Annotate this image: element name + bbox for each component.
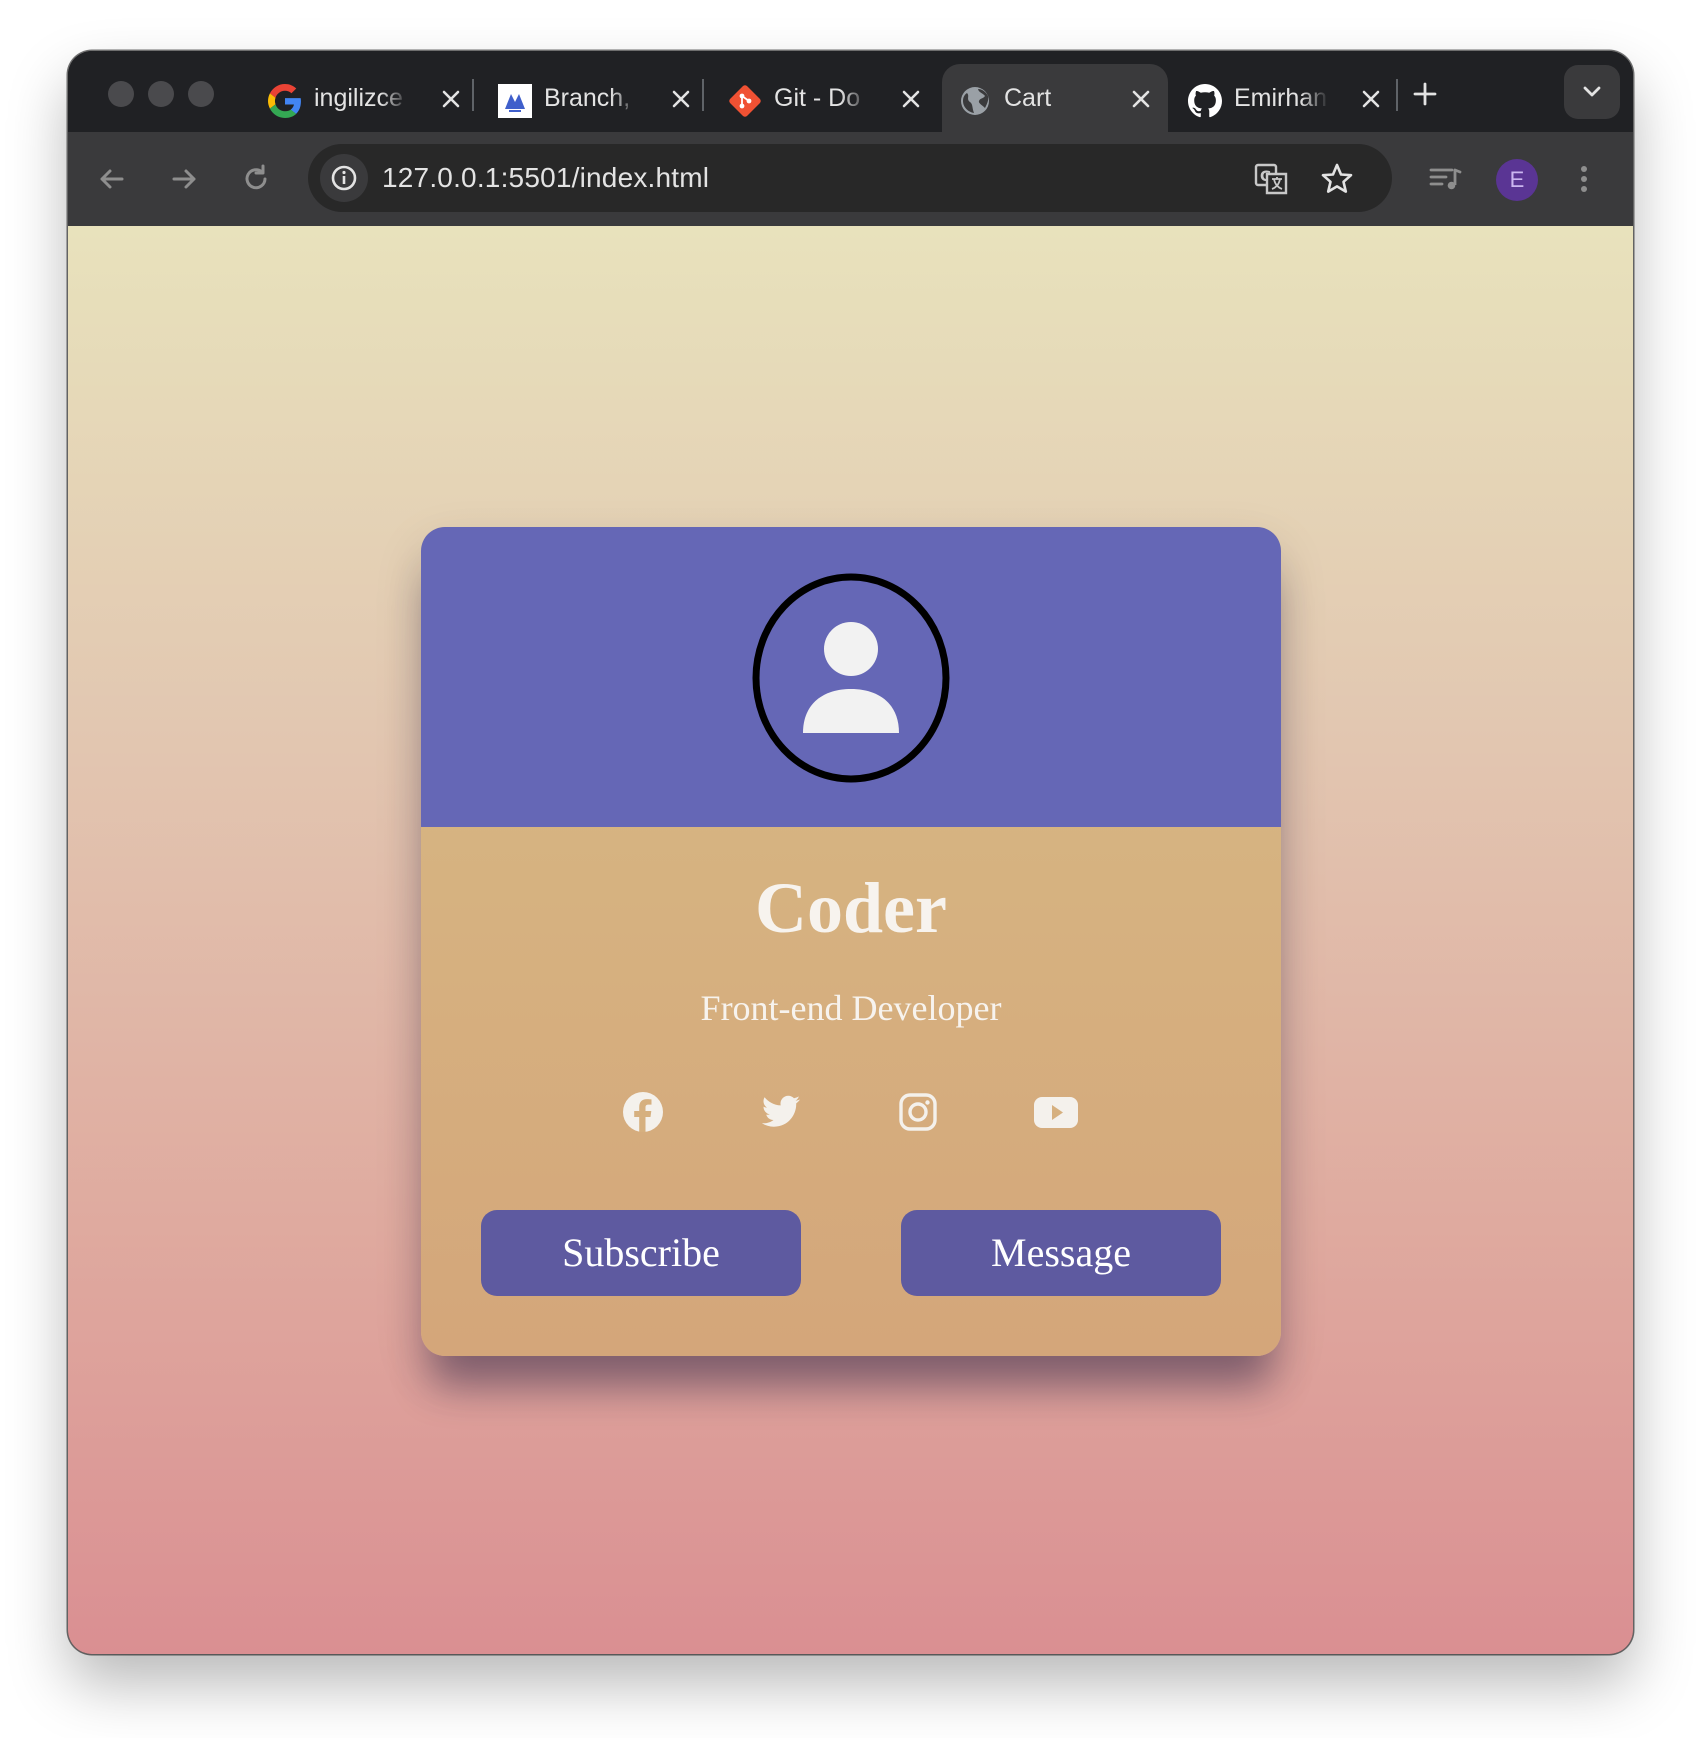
- tab-google[interactable]: ingilizce: [252, 64, 478, 132]
- profile-card: Coder Front-end Developer Subscribe Mess…: [421, 527, 1281, 1356]
- page-viewport: Coder Front-end Developer Subscribe Mess…: [68, 226, 1633, 1654]
- facebook-icon[interactable]: [618, 1087, 668, 1137]
- site-info-button[interactable]: [320, 154, 368, 202]
- tab-title: Branch,: [544, 84, 631, 112]
- profile-avatar[interactable]: E: [1496, 159, 1538, 201]
- close-icon[interactable]: [900, 88, 922, 110]
- url-text[interactable]: 127.0.0.1:5501/index.html: [382, 144, 709, 212]
- tab-search-button[interactable]: [1564, 65, 1620, 119]
- tab-branch[interactable]: Branch,: [482, 64, 708, 132]
- new-tab-plus-icon[interactable]: [1408, 77, 1442, 111]
- kebab-menu-icon[interactable]: [1574, 159, 1594, 199]
- tab-title: ingilizce: [314, 84, 403, 112]
- profile-role: Front-end Developer: [700, 988, 1002, 1028]
- tab-strip: ingilizce Branch, Git - Do Cart Emirhan: [68, 51, 1633, 132]
- forward-arrow-icon[interactable]: [164, 159, 204, 199]
- chevron-down-icon: [1583, 86, 1601, 97]
- tab-title: Emirhan: [1234, 84, 1328, 112]
- profile-name: Coder: [755, 868, 947, 948]
- subscribe-button[interactable]: Subscribe: [481, 1210, 801, 1296]
- github-icon: [1188, 84, 1222, 118]
- atlassian-icon: [498, 84, 532, 118]
- youtube-icon[interactable]: [1031, 1087, 1081, 1137]
- instagram-icon[interactable]: [893, 1087, 943, 1137]
- reload-icon[interactable]: [236, 159, 276, 199]
- user-avatar-icon: [752, 573, 950, 783]
- bookmark-star-icon[interactable]: [1318, 160, 1356, 198]
- browser-window: ingilizce Branch, Git - Do Cart Emirhan …: [68, 51, 1633, 1654]
- tab-title: Git - Do: [774, 84, 861, 112]
- tab-cart[interactable]: Cart: [942, 64, 1168, 132]
- close-icon[interactable]: [1360, 88, 1382, 110]
- info-icon: [331, 165, 357, 191]
- tab-separator: [1396, 79, 1398, 111]
- card-header: [421, 527, 1281, 827]
- tab-separator: [702, 79, 704, 111]
- close-icon[interactable]: [670, 88, 692, 110]
- message-button[interactable]: Message: [901, 1210, 1221, 1296]
- media-queue-icon[interactable]: [1426, 160, 1464, 198]
- back-arrow-icon[interactable]: [92, 159, 132, 199]
- tab-separator: [472, 79, 474, 111]
- git-icon: [729, 85, 761, 117]
- globe-icon: [961, 87, 989, 115]
- zoom-window-button[interactable]: [188, 81, 214, 107]
- tab-github[interactable]: Emirhan: [1172, 64, 1398, 132]
- tab-title: Cart: [1004, 84, 1052, 112]
- close-window-button[interactable]: [108, 81, 134, 107]
- translate-icon[interactable]: G: [1253, 160, 1291, 198]
- close-icon[interactable]: [1130, 88, 1152, 110]
- google-icon: [268, 84, 301, 118]
- tab-git-docs[interactable]: Git - Do: [712, 64, 938, 132]
- close-icon[interactable]: [440, 88, 462, 110]
- minimize-window-button[interactable]: [148, 81, 174, 107]
- address-bar[interactable]: 127.0.0.1:5501/index.html G: [308, 144, 1392, 212]
- browser-toolbar: 127.0.0.1:5501/index.html G E: [68, 132, 1633, 226]
- twitter-icon[interactable]: [756, 1087, 806, 1137]
